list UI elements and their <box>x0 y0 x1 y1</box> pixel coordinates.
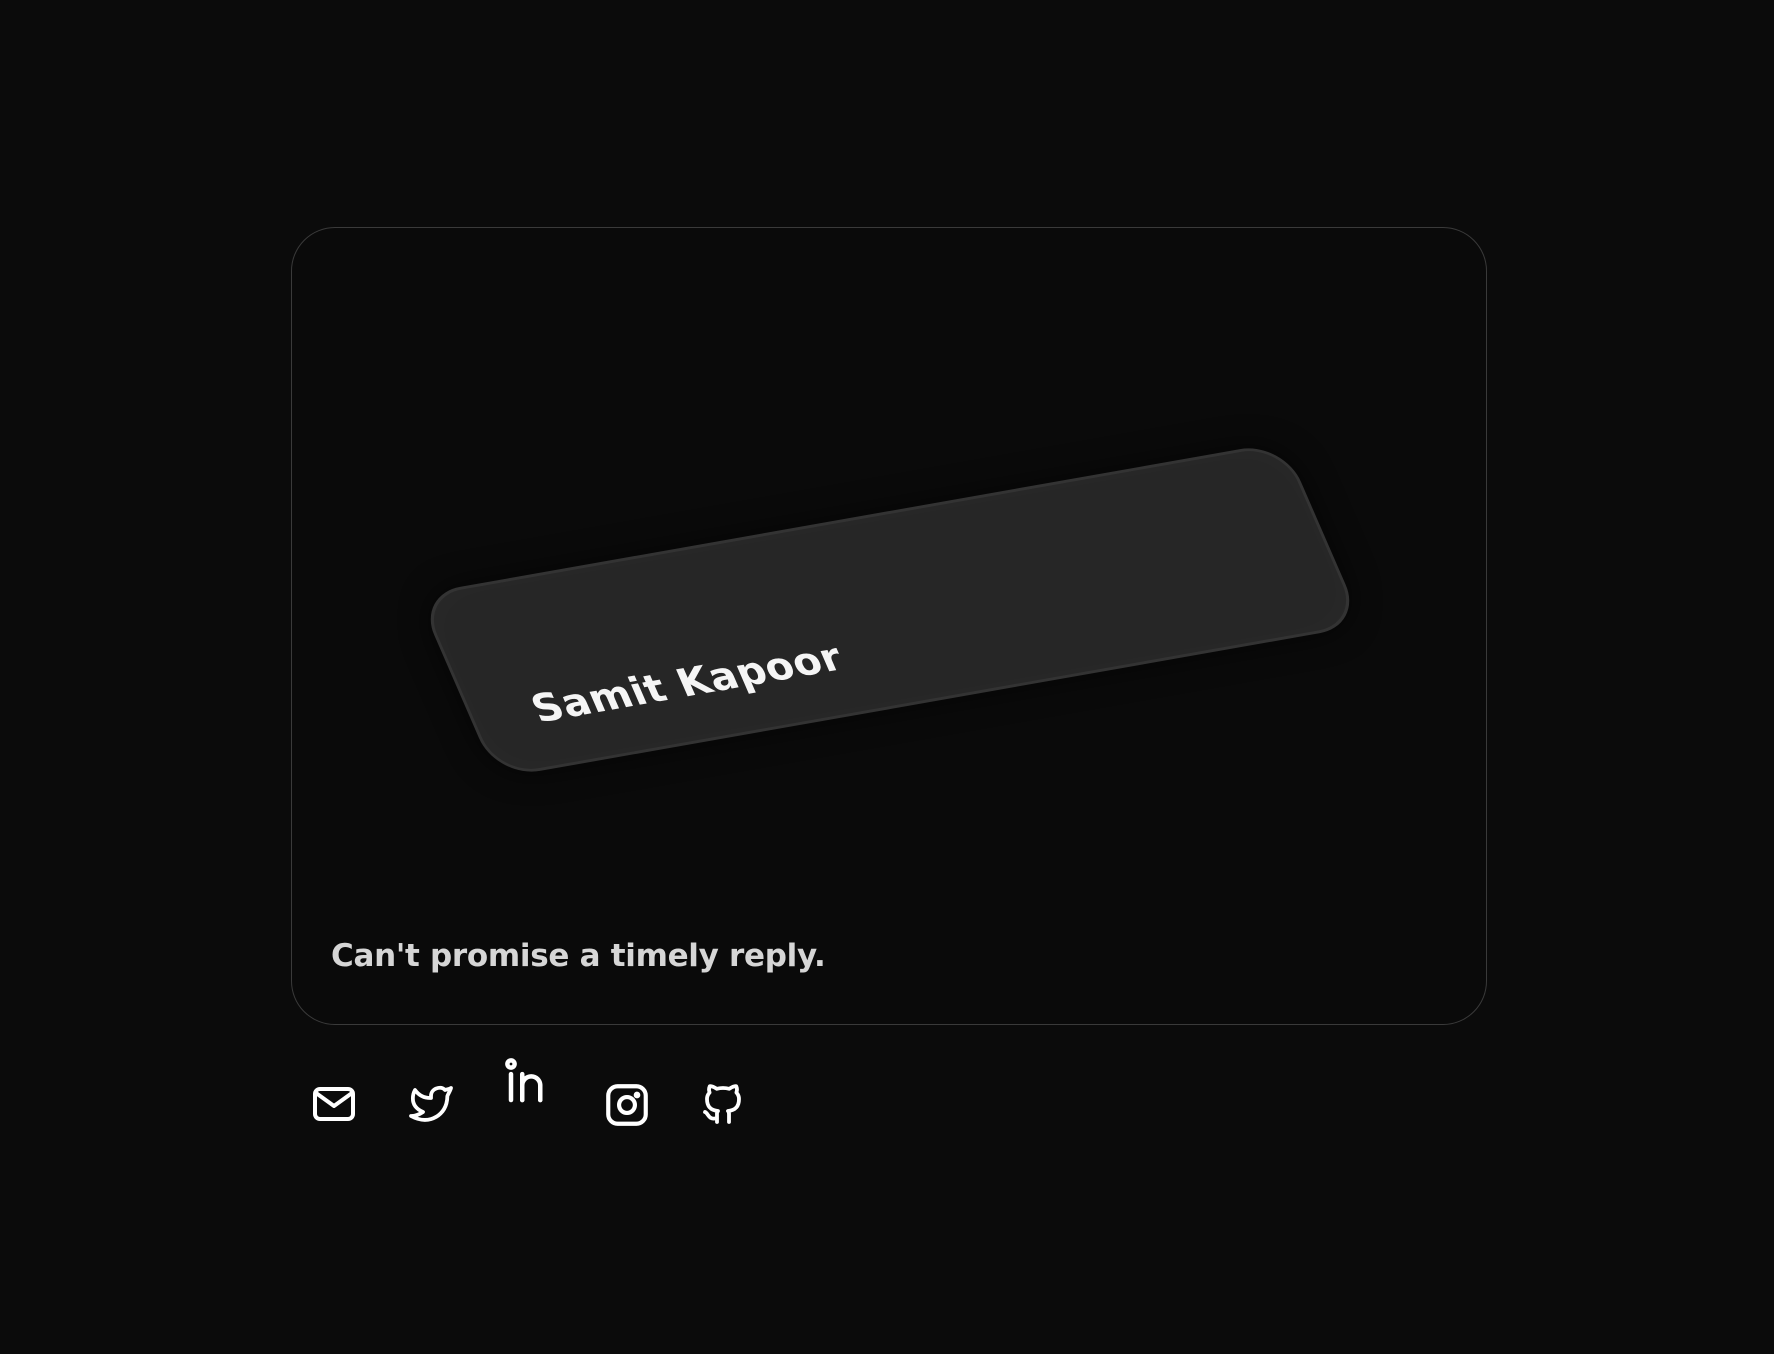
twitter-icon <box>409 1085 453 1122</box>
github-link[interactable] <box>699 1080 747 1128</box>
twitter-link[interactable] <box>407 1080 455 1128</box>
mail-icon <box>313 1087 355 1121</box>
mail-link[interactable] <box>310 1080 358 1128</box>
card-layer: Samit Kapoor <box>0 0 1774 1354</box>
tagline: Can't promise a timely reply. <box>331 938 826 974</box>
name-label: Samit Kapoor <box>524 635 850 732</box>
linkedin-link[interactable] <box>502 1055 556 1109</box>
linkedin-icon <box>505 1058 543 1103</box>
instagram-link[interactable] <box>602 1080 652 1130</box>
github-icon <box>703 1084 741 1124</box>
social-links <box>310 1055 750 1128</box>
instagram-icon <box>606 1084 648 1126</box>
